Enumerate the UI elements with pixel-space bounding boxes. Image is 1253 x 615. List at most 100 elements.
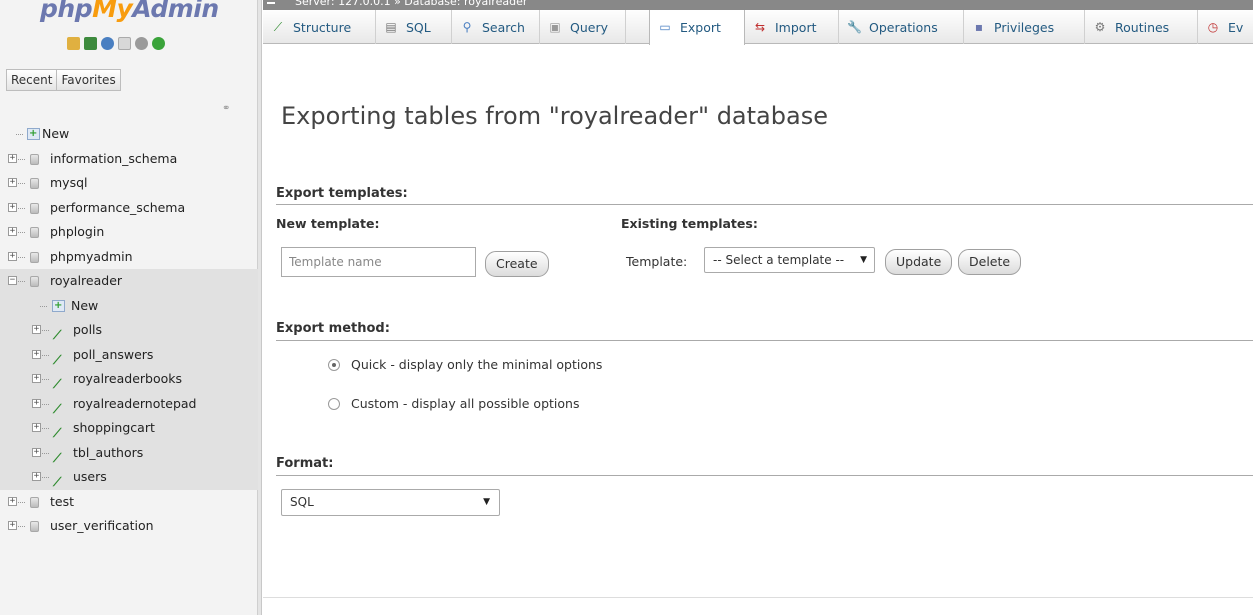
export-templates-heading: Export templates: — [276, 186, 408, 201]
database-icon — [30, 251, 39, 263]
tree-item-table[interactable]: + ⟋ polls — [0, 318, 258, 343]
divider — [263, 597, 1253, 598]
tree-item-database[interactable]: + phpmyadmin — [0, 245, 258, 270]
search-icon: ⚲ — [462, 19, 472, 34]
tree-item-database[interactable]: + user_verification — [0, 514, 258, 539]
phpmyadmin-logo[interactable]: phpMyAdmin — [40, 0, 219, 23]
new-template-label: New template: — [276, 216, 380, 231]
quick-export-radio[interactable] — [328, 359, 340, 371]
tab-structure[interactable]: ⟋ Structure — [263, 10, 376, 44]
expand-icon[interactable]: + — [32, 325, 41, 334]
format-select[interactable]: SQL ▼ — [281, 489, 500, 516]
database-icon — [30, 276, 39, 287]
link-icon[interactable]: ⚭ — [222, 103, 230, 114]
new-database-icon — [27, 128, 40, 140]
sidebar-resize-handle[interactable] — [258, 0, 262, 615]
tab-search[interactable]: ⚲ Search — [452, 10, 540, 44]
tree-item-database[interactable]: + performance_schema — [0, 196, 258, 221]
custom-export-label[interactable]: Custom - display all possible options — [351, 396, 579, 411]
breadcrumb-database[interactable]: Database: royalreader — [404, 0, 527, 8]
new-table-icon — [52, 299, 65, 312]
docs-icon[interactable] — [118, 37, 131, 50]
tree-item-database[interactable]: + phplogin — [0, 220, 258, 245]
tab-operations[interactable]: 🔧 Operations — [839, 10, 964, 44]
existing-templates-label: Existing templates: — [621, 216, 758, 231]
events-icon: ◷ — [1207, 19, 1219, 34]
expand-icon[interactable]: + — [8, 178, 17, 187]
recent-favorites-tabs: Recent Favorites — [6, 69, 121, 91]
tree-item-table[interactable]: + ⟋ poll_answers — [0, 342, 258, 367]
operations-icon: 🔧 — [847, 19, 862, 34]
chevron-down-icon: ▼ — [483, 497, 490, 507]
breadcrumb: Server: 127.0.0.1 » Database: royalreade… — [263, 0, 1253, 10]
reload-icon[interactable] — [152, 37, 165, 50]
tree-item-database[interactable]: + mysql — [0, 171, 258, 196]
favorites-button[interactable]: Favorites — [57, 69, 121, 91]
expand-icon[interactable]: + — [32, 398, 41, 408]
create-template-button[interactable]: Create — [485, 251, 549, 277]
tree-item-table[interactable]: + ⟋ royalreadernotepad — [0, 391, 258, 416]
tab-sql[interactable]: ▤ SQL — [376, 10, 452, 44]
settings-icon[interactable] — [135, 37, 148, 50]
tree-item-new[interactable]: New — [0, 122, 258, 147]
format-heading: Format: — [276, 456, 334, 471]
database-exit-icon[interactable] — [84, 37, 97, 50]
tree-item-database-selected[interactable]: − royalreader — [0, 269, 258, 294]
collapse-icon[interactable] — [267, 2, 275, 5]
update-template-button[interactable]: Update — [885, 249, 953, 275]
expand-icon[interactable]: + — [8, 251, 17, 261]
breadcrumb-separator: » — [394, 0, 401, 8]
delete-template-button[interactable]: Delete — [958, 249, 1022, 275]
collapse-icon[interactable]: − — [8, 276, 17, 285]
tree-item-table[interactable]: + ⟋ users — [0, 465, 258, 490]
tree-item-table[interactable]: + ⟋ tbl_authors — [0, 440, 258, 465]
tab-query[interactable]: ▣ Query — [540, 10, 626, 44]
export-icon: ▭ — [659, 20, 671, 34]
quick-export-label[interactable]: Quick - display only the minimal options — [351, 357, 602, 372]
expand-icon[interactable]: + — [32, 472, 41, 481]
chevron-down-icon: ▼ — [860, 255, 867, 265]
expand-icon[interactable]: + — [8, 202, 17, 212]
tab-import[interactable]: ⇆ Import — [745, 10, 839, 44]
navigation-panel: phpMyAdmin Recent Favorites ⚭ New + info… — [0, 0, 258, 615]
tab-export[interactable]: ▭ Export — [649, 10, 745, 45]
tree-item-table[interactable]: + ⟋ shoppingcart — [0, 416, 258, 441]
expand-icon[interactable]: + — [8, 496, 17, 506]
tree-item-database[interactable]: + information_schema — [0, 147, 258, 172]
expand-icon[interactable]: + — [8, 153, 17, 163]
help-icon[interactable] — [101, 37, 114, 50]
divider — [276, 340, 1253, 341]
database-tree: New + information_schema + mysql + perfo… — [0, 122, 258, 539]
template-name-input[interactable] — [281, 247, 476, 277]
home-icon[interactable] — [67, 37, 80, 50]
recent-button[interactable]: Recent — [6, 69, 58, 91]
database-icon — [30, 178, 39, 189]
divider — [276, 204, 1253, 205]
sql-icon: ▤ — [385, 19, 397, 34]
database-icon — [30, 496, 39, 508]
privileges-icon: ▪ — [974, 19, 984, 34]
export-method-heading: Export method: — [276, 321, 390, 336]
tab-routines[interactable]: ⚙ Routines — [1085, 10, 1198, 44]
tree-item-table[interactable]: + ⟋ royalreaderbooks — [0, 367, 258, 392]
expand-icon[interactable]: + — [32, 374, 41, 383]
tab-events[interactable]: ◷ Ev — [1198, 10, 1253, 44]
template-label: Template: — [626, 254, 688, 269]
divider — [276, 475, 1253, 476]
template-select[interactable]: -- Select a template -- ▼ — [704, 247, 875, 273]
expand-icon[interactable]: + — [32, 349, 41, 359]
routines-icon: ⚙ — [1094, 19, 1106, 34]
database-icon — [30, 153, 39, 165]
tree-item-new-table[interactable]: New — [0, 293, 258, 318]
expand-icon[interactable]: + — [8, 521, 17, 530]
expand-icon[interactable]: + — [32, 423, 41, 432]
tab-privileges[interactable]: ▪ Privileges — [964, 10, 1085, 44]
tree-item-database[interactable]: + test — [0, 490, 258, 515]
structure-icon: ⟋ — [273, 19, 283, 34]
database-icon — [30, 202, 39, 214]
quick-links — [67, 37, 165, 50]
expand-icon[interactable]: + — [8, 227, 17, 236]
breadcrumb-server[interactable]: Server: 127.0.0.1 — [295, 0, 391, 8]
expand-icon[interactable]: + — [32, 447, 41, 457]
custom-export-radio[interactable] — [328, 398, 340, 410]
